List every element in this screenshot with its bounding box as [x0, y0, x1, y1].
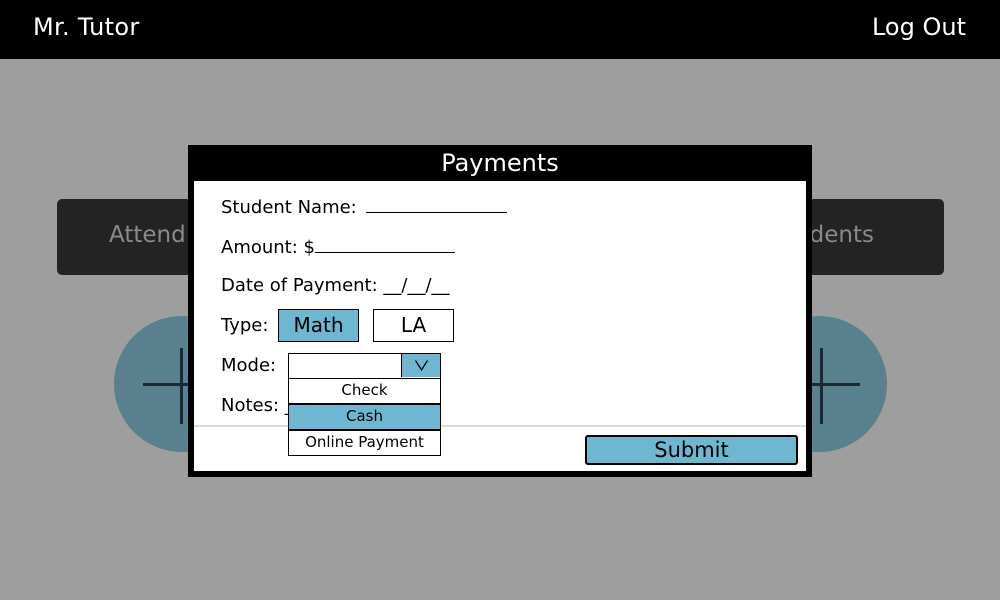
- type-la-button[interactable]: LA: [373, 309, 454, 342]
- top-bar: Mr. Tutor Log Out: [0, 0, 1000, 59]
- dropdown-toggle[interactable]: [401, 354, 440, 377]
- mode-option-cash[interactable]: Cash: [288, 404, 441, 430]
- mode-select[interactable]: [288, 353, 441, 379]
- student-name-field[interactable]: [366, 195, 508, 213]
- type-label: Type:: [221, 315, 269, 336]
- modal-title: Payments: [441, 149, 559, 177]
- amount-field[interactable]: [314, 235, 455, 253]
- app-title: Mr. Tutor: [33, 13, 140, 41]
- amount-row: Amount: $: [221, 235, 455, 258]
- modal-divider: [194, 425, 806, 427]
- logout-button[interactable]: Log Out: [872, 13, 966, 41]
- date-of-payment-field[interactable]: Date of Payment: __/__/__: [221, 275, 450, 296]
- notes-label: Notes: _: [221, 395, 294, 416]
- amount-label: Amount: $: [221, 237, 315, 258]
- mode-option-online-payment[interactable]: Online Payment: [288, 430, 441, 456]
- attendance-button-text: Attend: [109, 222, 186, 248]
- modal-body: Student Name: Amount: $ Date of Payment:…: [194, 181, 806, 471]
- submit-button[interactable]: Submit: [585, 435, 798, 465]
- student-name-label: Student Name:: [221, 197, 357, 218]
- mode-option-check[interactable]: Check: [288, 378, 441, 404]
- type-math-button[interactable]: Math: [278, 309, 359, 342]
- mode-label: Mode:: [221, 355, 277, 376]
- payments-modal: Payments Student Name: Amount: $ Date of…: [188, 145, 812, 477]
- student-name-row: Student Name:: [221, 195, 508, 218]
- chevron-down-icon: [415, 360, 428, 371]
